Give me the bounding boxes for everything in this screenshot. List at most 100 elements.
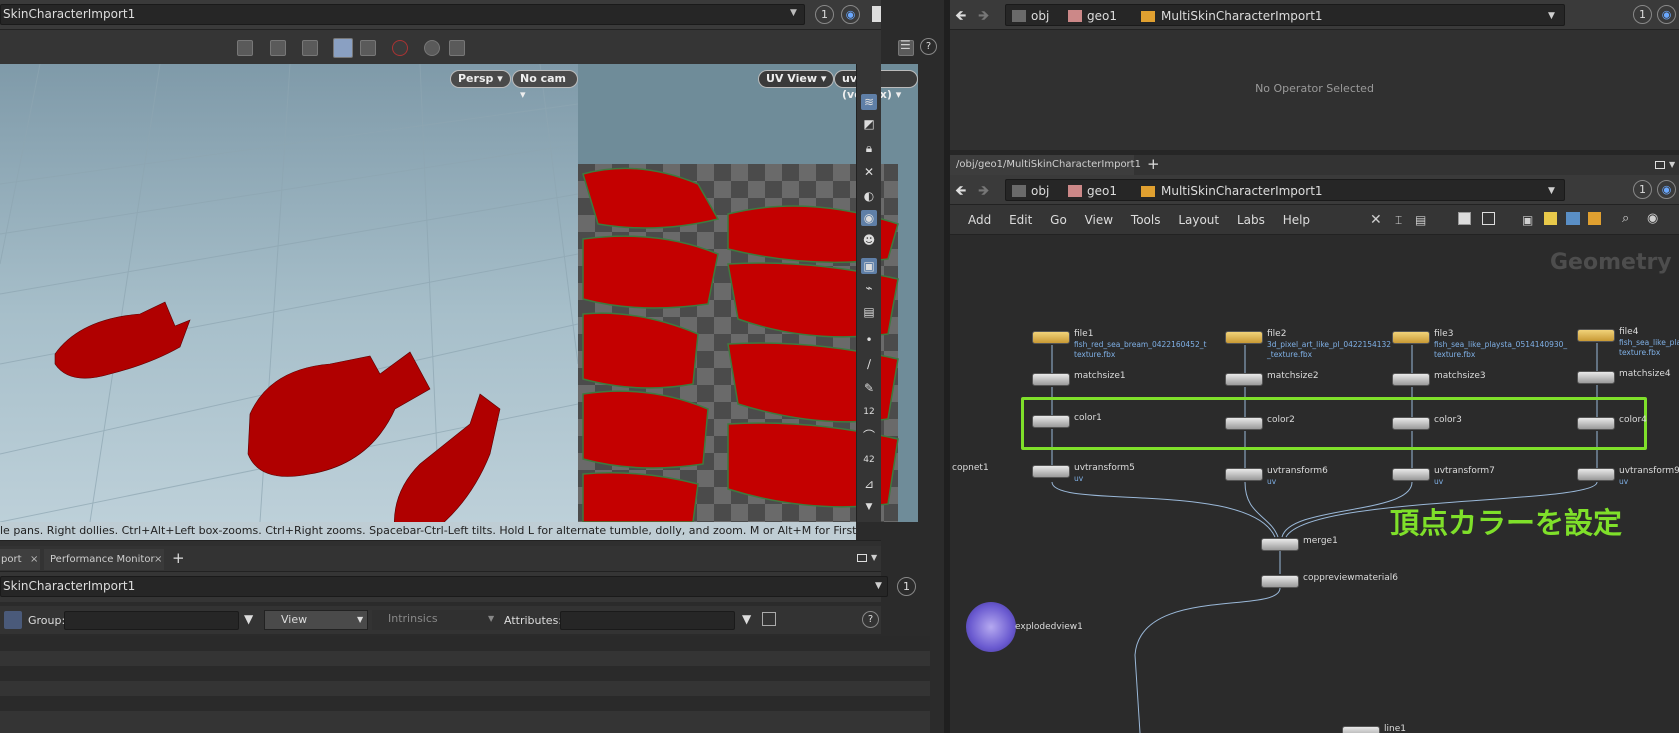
pin-counter[interactable]: 1 xyxy=(1633,180,1652,199)
help-icon[interactable]: ? xyxy=(862,611,879,628)
tile-icon[interactable] xyxy=(1482,212,1495,225)
brush-icon[interactable]: ⌒ xyxy=(861,428,877,444)
breadcrumb-geo[interactable]: geo1 xyxy=(1068,180,1117,202)
link-icon[interactable]: ◉ xyxy=(1657,180,1676,199)
breadcrumb-obj[interactable]: obj xyxy=(1012,180,1049,202)
display-icon[interactable] xyxy=(360,40,376,56)
shading-icon[interactable]: ◩ xyxy=(861,116,877,132)
layout-icon[interactable] xyxy=(872,6,881,22)
scene-path-field[interactable]: SkinCharacterImport1 xyxy=(0,4,805,25)
pin-counter[interactable]: 1 xyxy=(815,5,834,24)
pane-dropdown-icon[interactable]: ▼ xyxy=(1669,160,1675,169)
transform-tool-icon[interactable] xyxy=(302,40,318,56)
spreadsheet-path-field[interactable]: SkinCharacterImport1 xyxy=(0,576,888,597)
table-row[interactable] xyxy=(0,636,930,651)
wrench-icon[interactable]: ✕ xyxy=(1370,212,1382,228)
wireframe-icon[interactable]: ≋ xyxy=(861,94,877,110)
ghost-icon[interactable]: ☻ xyxy=(861,232,877,248)
breadcrumb-obj[interactable]: obj xyxy=(1012,5,1049,27)
param-path-field[interactable]: obj geo1 MultiSkinCharacterImport1 ▼ xyxy=(1005,4,1565,26)
network-box-icon[interactable]: ▣ xyxy=(1522,213,1533,227)
menu-tools[interactable]: Tools xyxy=(1131,213,1161,227)
package-icon[interactable] xyxy=(1588,212,1601,225)
pane-menu-icon[interactable] xyxy=(1655,161,1665,169)
select-tool-icon[interactable] xyxy=(237,40,253,56)
link-icon[interactable]: ◉ xyxy=(841,5,860,24)
normal-icon[interactable]: ∕ xyxy=(861,356,877,372)
numbers-icon[interactable]: 12 xyxy=(861,404,877,420)
add-tab-icon[interactable]: + xyxy=(1147,155,1160,173)
menu-help[interactable]: Help xyxy=(1283,213,1310,227)
path-dropdown-icon[interactable]: ▼ xyxy=(790,8,797,18)
scroll-down-icon[interactable]: ▼ xyxy=(861,499,877,515)
ruler-icon[interactable]: ⊿ xyxy=(861,476,877,492)
tab-geometry-spreadsheet[interactable]: port × xyxy=(0,549,40,570)
path-dropdown-icon[interactable]: ▼ xyxy=(1548,186,1555,196)
table-row[interactable] xyxy=(0,666,930,681)
pane-dropdown-icon[interactable]: ▼ xyxy=(871,553,877,562)
viewport-3d[interactable]: Persp ▾ No cam ▾ xyxy=(0,64,578,522)
snap-grid-icon[interactable]: ⌁ xyxy=(861,280,877,296)
network-path-field[interactable]: obj geo1 MultiSkinCharacterImport1 ▼ xyxy=(1005,179,1565,201)
camera-menu[interactable]: No cam ▾ xyxy=(512,70,578,101)
table-row[interactable] xyxy=(0,711,930,733)
lock-icon[interactable]: 🔒︎ xyxy=(861,140,877,156)
breadcrumb-node[interactable]: MultiSkinCharacterImport1 xyxy=(1141,5,1323,27)
move-tool-icon[interactable] xyxy=(270,40,286,56)
flipbook-icon[interactable]: ▤ xyxy=(861,304,877,320)
point-icon[interactable]: • xyxy=(861,332,877,348)
path-dropdown-icon[interactable]: ▼ xyxy=(875,581,882,591)
pin-counter[interactable]: 1 xyxy=(1633,5,1652,24)
intrinsics-dropdown[interactable]: Intrinsics ▼ xyxy=(372,610,500,630)
visibility-icon[interactable]: ◉ xyxy=(861,210,877,226)
group-input[interactable] xyxy=(64,611,239,630)
attributes-input[interactable] xyxy=(560,611,735,630)
back-icon[interactable]: 🡸 xyxy=(955,5,966,29)
pen-icon[interactable]: ✎ xyxy=(861,380,877,396)
network-editor[interactable]: Geometry file1 fish_red_sea_bream_0422160… xyxy=(950,235,1679,733)
help-icon[interactable]: ? xyxy=(920,38,937,55)
menu-edit[interactable]: Edit xyxy=(1009,213,1032,227)
tab-performance-monitor[interactable]: Performance Monitor × xyxy=(44,549,164,570)
table-row[interactable] xyxy=(0,651,930,666)
spreadsheet-counter[interactable]: 1 xyxy=(897,577,916,596)
tree-icon[interactable]: ⌶ xyxy=(1395,213,1402,228)
options-menu-icon[interactable]: ☰ xyxy=(900,38,911,52)
breadcrumb-node[interactable]: MultiSkinCharacterImport1 xyxy=(1141,180,1323,202)
geometry-type-icon[interactable] xyxy=(4,611,22,629)
forward-icon[interactable]: 🡺 xyxy=(978,180,989,204)
menu-layout[interactable]: Layout xyxy=(1178,213,1219,227)
forward-icon[interactable]: 🡺 xyxy=(978,5,989,29)
tab-network[interactable]: /obj/geo1/MultiSkinCharacterImport1 × xyxy=(950,155,1141,190)
filter-icon[interactable]: ▼ xyxy=(742,612,751,626)
add-tab-icon[interactable]: + xyxy=(172,549,185,567)
gear-icon[interactable] xyxy=(449,40,465,56)
table-row[interactable] xyxy=(0,696,930,711)
measure-icon[interactable]: 42 xyxy=(861,452,877,468)
network-box-color[interactable] xyxy=(1021,397,1647,450)
grid-icon[interactable] xyxy=(1458,212,1471,225)
close-icon[interactable]: × xyxy=(30,549,38,570)
back-icon[interactable]: 🡸 xyxy=(955,180,966,204)
menu-add[interactable]: Add xyxy=(968,213,991,227)
eye-icon[interactable]: ◉ xyxy=(1647,211,1658,226)
close-icon[interactable]: × xyxy=(154,549,162,570)
menu-view[interactable]: View xyxy=(1085,213,1113,227)
snap-icon[interactable] xyxy=(424,40,440,56)
light-icon[interactable]: ◐ xyxy=(861,188,877,204)
link-icon[interactable]: ◉ xyxy=(1657,5,1676,24)
filter-icon[interactable]: ▼ xyxy=(244,612,253,626)
image-icon[interactable] xyxy=(1566,212,1580,225)
view-dropdown[interactable]: View ▼ xyxy=(264,610,368,630)
pane-menu-icon[interactable] xyxy=(857,554,867,562)
sticky-note-icon[interactable] xyxy=(1544,212,1557,225)
search-icon[interactable]: ⌕ xyxy=(1622,211,1629,226)
close-icon[interactable]: ✕ xyxy=(861,164,877,180)
spreadsheet-options-icon[interactable] xyxy=(762,612,776,626)
breadcrumb-geo[interactable]: geo1 xyxy=(1068,5,1117,27)
menu-labs[interactable]: Labs xyxy=(1237,213,1265,227)
table-row[interactable] xyxy=(0,681,930,696)
persp-menu[interactable]: Persp ▾ xyxy=(450,70,511,88)
camera-icon[interactable]: ▣ xyxy=(861,258,877,274)
camera-tool-icon[interactable] xyxy=(333,38,353,58)
